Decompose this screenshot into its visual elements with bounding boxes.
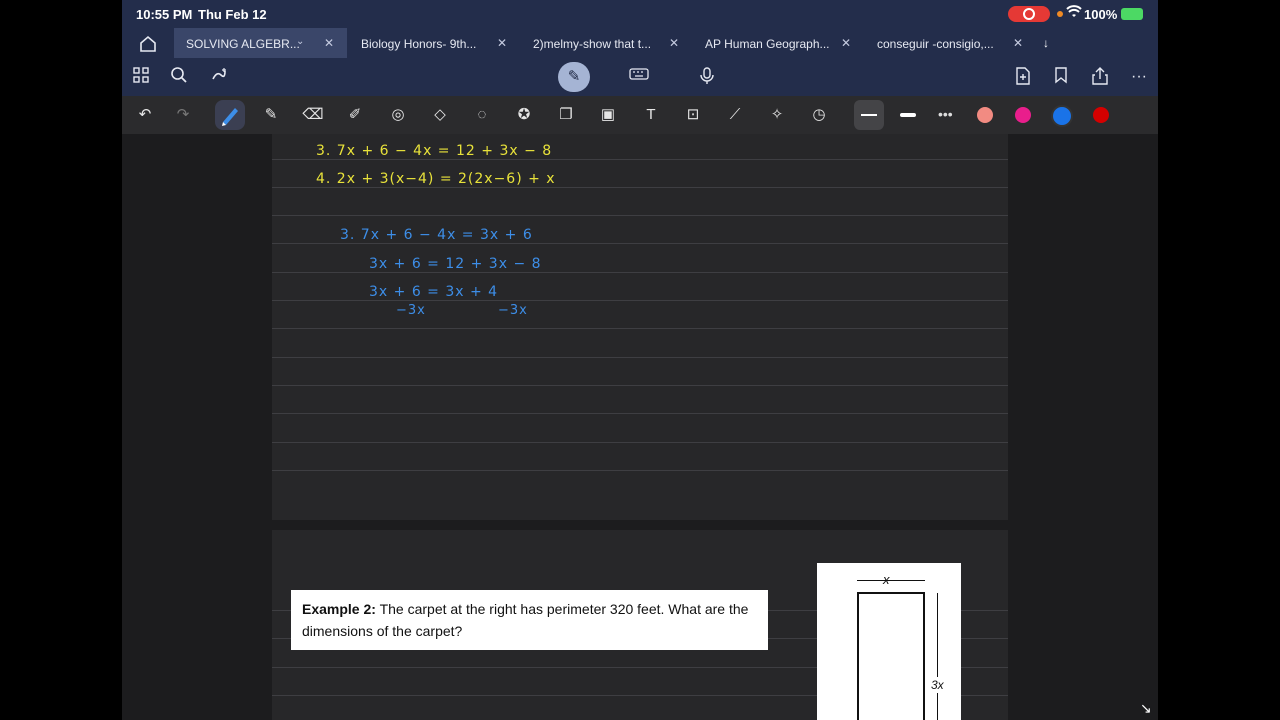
ipad-screen: 10:55 PM Thu Feb 12 100% SOLVING ALGEBR.… <box>122 0 1158 720</box>
close-icon[interactable]: ✕ <box>1013 36 1023 50</box>
keyboard-icon[interactable] <box>628 66 650 88</box>
screen-record-icon[interactable] <box>1008 6 1050 22</box>
tab-bar: SOLVING ALGEBR... ⌄ ✕ Biology Honors- 9t… <box>122 28 1158 58</box>
microphone-icon[interactable] <box>696 66 718 88</box>
carpet-rectangle <box>857 592 925 720</box>
note-page-2[interactable]: Example 2: The carpet at the right has p… <box>272 530 1008 720</box>
shapes-icon[interactable]: ◇ <box>428 104 452 126</box>
note-page-1[interactable]: 3. 7x + 6 − 4x = 12 + 3x − 8 4. 2x + 3(x… <box>272 134 1008 520</box>
ruler-icon[interactable]: ⟋ <box>723 104 747 126</box>
close-icon[interactable]: ✕ <box>841 36 851 50</box>
ai-pen-icon[interactable] <box>208 66 230 88</box>
tab-label: conseguir -consigio,... <box>877 37 994 51</box>
handwritten-step-1: 3. 7x + 6 − 4x = 3x + 6 <box>340 227 533 243</box>
battery-percent: 100% <box>1084 7 1118 22</box>
undo-icon[interactable]: ↶ <box>133 104 157 126</box>
lasso-icon[interactable]: ◌ <box>470 104 494 126</box>
tab-ap-human-geography[interactable]: AP Human Geograph... ✕ <box>693 28 863 58</box>
ruled-line <box>272 187 1008 188</box>
ruled-line <box>272 328 1008 329</box>
ruled-line <box>272 159 1008 160</box>
ruled-line <box>272 413 1008 414</box>
length-label: 3x <box>931 677 944 693</box>
text-box-icon[interactable]: T <box>639 104 663 126</box>
tab-biology-honors[interactable]: Biology Honors- 9th... ✕ <box>349 28 519 58</box>
color-swatch-pink[interactable] <box>977 107 993 123</box>
tabs-overflow-button[interactable]: ↓ <box>1043 36 1049 50</box>
sticker-icon[interactable]: ✪ <box>512 104 536 126</box>
handwritten-step-2: 3x + 6 = 12 + 3x − 8 <box>369 256 542 272</box>
chevron-down-icon[interactable]: ⌄ <box>296 36 304 47</box>
timer-icon[interactable]: ◷ <box>807 104 831 126</box>
color-swatch-blue-selected[interactable] <box>1051 105 1073 127</box>
scribble-cursor-icon: ↘ <box>1140 700 1152 716</box>
close-icon[interactable]: ✕ <box>324 36 334 50</box>
more-icon[interactable]: ··· <box>1128 66 1150 88</box>
tab-label: 2)melmy-show that t... <box>533 37 652 51</box>
ruled-line <box>272 243 1008 244</box>
carpet-figure: x 3x <box>817 563 961 720</box>
handwritten-problem-3: 3. 7x + 6 − 4x = 12 + 3x − 8 <box>316 143 553 159</box>
ruled-line <box>272 357 1008 358</box>
handwritten-step-4-left: −3x <box>396 303 426 318</box>
length-arrow <box>937 593 938 720</box>
grid-icon[interactable] <box>130 66 152 88</box>
image-icon[interactable]: ▣ <box>596 104 620 126</box>
example-2-textbox: Example 2: The carpet at the right has p… <box>291 590 768 650</box>
handwritten-step-3: 3x + 6 = 3x + 4 <box>369 284 499 300</box>
ruled-line <box>272 272 1008 273</box>
ruled-line <box>272 385 1008 386</box>
width-arrow <box>857 580 925 581</box>
ruled-line <box>272 215 1008 216</box>
tab-solving-algebra[interactable]: SOLVING ALGEBR... ⌄ ✕ <box>174 28 347 58</box>
eraser-icon[interactable]: ⌫ <box>301 104 325 126</box>
example-label: Example 2: <box>302 601 376 617</box>
scan-image-icon[interactable]: ⊡ <box>681 104 705 126</box>
width-label: x <box>883 572 890 587</box>
add-page-icon[interactable] <box>1012 66 1034 88</box>
handwritten-problem-4: 4. 2x + 3(x−4) = 2(2x−6) + x <box>316 171 556 187</box>
ruled-line <box>272 442 1008 443</box>
ruled-line <box>272 470 1008 471</box>
tab-conseguir[interactable]: conseguir -consigio,... ✕ <box>865 28 1035 58</box>
bookmark-icon[interactable] <box>1050 66 1072 88</box>
redo-icon[interactable]: ↷ <box>171 104 195 126</box>
elements-icon[interactable]: ❐ <box>554 104 578 126</box>
close-icon[interactable]: ✕ <box>497 36 507 50</box>
tab-label: Biology Honors- 9th... <box>361 37 477 51</box>
status-bar: 10:55 PM Thu Feb 12 100% <box>122 0 1158 28</box>
mic-indicator-dot <box>1057 11 1063 17</box>
handwritten-step-4-right: −3x <box>498 303 528 318</box>
wifi-icon <box>1066 5 1082 22</box>
document-toolbar: ✎ ··· <box>122 58 1158 96</box>
search-icon[interactable] <box>168 66 190 88</box>
highlighter-icon[interactable]: ✐ <box>343 104 367 126</box>
tab-melmy[interactable]: 2)melmy-show that t... ✕ <box>521 28 691 58</box>
home-icon[interactable] <box>138 34 158 54</box>
tab-label: AP Human Geograph... <box>705 37 830 51</box>
notes-canvas[interactable]: 3. 7x + 6 − 4x = 12 + 3x − 8 4. 2x + 3(x… <box>122 134 1158 720</box>
close-icon[interactable]: ✕ <box>669 36 679 50</box>
share-icon[interactable] <box>1089 66 1111 88</box>
pen-mode-icon[interactable]: ✎ <box>558 62 590 92</box>
ruled-line <box>272 300 1008 301</box>
pen-tool-active[interactable] <box>215 100 245 130</box>
shape-recognition-icon[interactable]: ◎ <box>386 104 410 126</box>
color-swatch-magenta[interactable] <box>1015 107 1031 123</box>
laser-pointer-icon[interactable]: ✧ <box>765 104 789 126</box>
battery-icon <box>1121 8 1143 20</box>
stroke-dashed-button[interactable]: ••• <box>938 106 953 122</box>
stroke-medium-button[interactable] <box>900 113 916 117</box>
status-time: 10:55 PM <box>136 7 193 22</box>
stroke-thin-line <box>861 114 877 116</box>
status-date: Thu Feb 12 <box>198 7 267 22</box>
pen-toolbar: ↶ ↷ ✎ ⌫ ✐ ◎ ◇ ◌ ✪ ❐ ▣ T ⊡ ⟋ ✧ ◷ ••• <box>122 96 1158 134</box>
tab-label: SOLVING ALGEBR... <box>186 37 300 51</box>
color-swatch-red[interactable] <box>1093 107 1109 123</box>
pencil-icon[interactable]: ✎ <box>259 104 283 126</box>
